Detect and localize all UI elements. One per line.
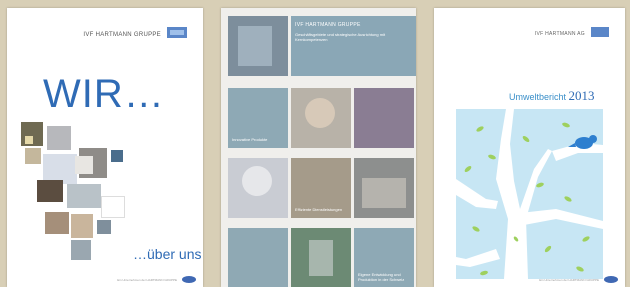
- photo-tile: [291, 228, 351, 287]
- brochure-cover-grid[interactable]: IVF HARTMANN GRUPPE Geschäftsgebiete und…: [221, 8, 416, 287]
- footer-text: Ein Unternehmen der HARTMANN GRUPPE: [117, 278, 177, 282]
- cover-headline: WIR…: [43, 72, 165, 116]
- cover-subline: …über uns: [133, 246, 202, 262]
- photo-tile: [111, 150, 123, 162]
- photo-tile: [354, 158, 414, 218]
- brand-logo: [167, 27, 187, 38]
- brand-name: IVF HARTMANN AG: [534, 31, 585, 37]
- color-tile: [228, 228, 288, 287]
- photo-tile: [25, 148, 41, 164]
- report-label: Umweltbericht: [509, 92, 567, 102]
- report-title: Umweltbericht 2013: [509, 88, 595, 104]
- photo-tile: [101, 196, 125, 218]
- hero-title: IVF HARTMANN GRUPPE: [295, 22, 361, 28]
- tile-label: Eigene Entwicklung und Produktion in der…: [358, 271, 405, 282]
- brand-name: IVF HARTMANN GRUPPE: [83, 32, 161, 38]
- brochure-cover-umweltbericht[interactable]: IVF HARTMANN AG Umweltbericht 2013 Ein U…: [434, 8, 625, 287]
- color-tile: [354, 88, 414, 148]
- hero-tile: IVF HARTMANN GRUPPE Geschäftsgebiete und…: [291, 16, 416, 76]
- hartmann-logo: [182, 276, 196, 283]
- photo-tile: [25, 136, 33, 144]
- hero-text-block: IVF HARTMANN GRUPPE Geschäftsgebiete und…: [295, 22, 415, 43]
- photo-tile: [75, 156, 93, 174]
- photo-tile: [291, 88, 351, 148]
- hartmann-logo: [604, 276, 618, 283]
- footer-text: Ein Unternehmen der HARTMANN GRUPPE: [539, 278, 599, 282]
- tree-bird-illustration: [456, 109, 603, 279]
- photo-tile: [45, 212, 69, 234]
- tile-label: Effiziente Dienstleistungen: [295, 206, 343, 212]
- hero-description: Geschäftsgebiete und strategische Ausric…: [295, 31, 386, 43]
- tile-entwicklung-produktion: Eigene Entwicklung und Produktion in der…: [354, 228, 414, 287]
- tile-effiziente-dienstleistungen: Effiziente Dienstleistungen: [291, 158, 351, 218]
- photo-tile: [228, 158, 288, 218]
- photo-tile: [47, 126, 71, 150]
- brochure-cover-wir[interactable]: IVF HARTMANN GRUPPE WIR… …über uns Ein U…: [7, 8, 203, 287]
- report-year: 2013: [568, 88, 595, 103]
- photo-tile: [67, 184, 101, 208]
- photo-tile: [37, 180, 63, 202]
- photo-tile: [97, 220, 111, 234]
- brand-logo: [591, 27, 609, 37]
- photo-tile: [228, 16, 288, 76]
- photo-tile: [71, 240, 91, 260]
- photo-tile: [71, 214, 93, 238]
- tile-label: Innovative Produkte: [232, 136, 268, 142]
- brochure-stage: IVF HARTMANN GRUPPE WIR… …über uns Ein U…: [0, 0, 630, 287]
- tile-innovative-produkte: Innovative Produkte: [228, 88, 288, 148]
